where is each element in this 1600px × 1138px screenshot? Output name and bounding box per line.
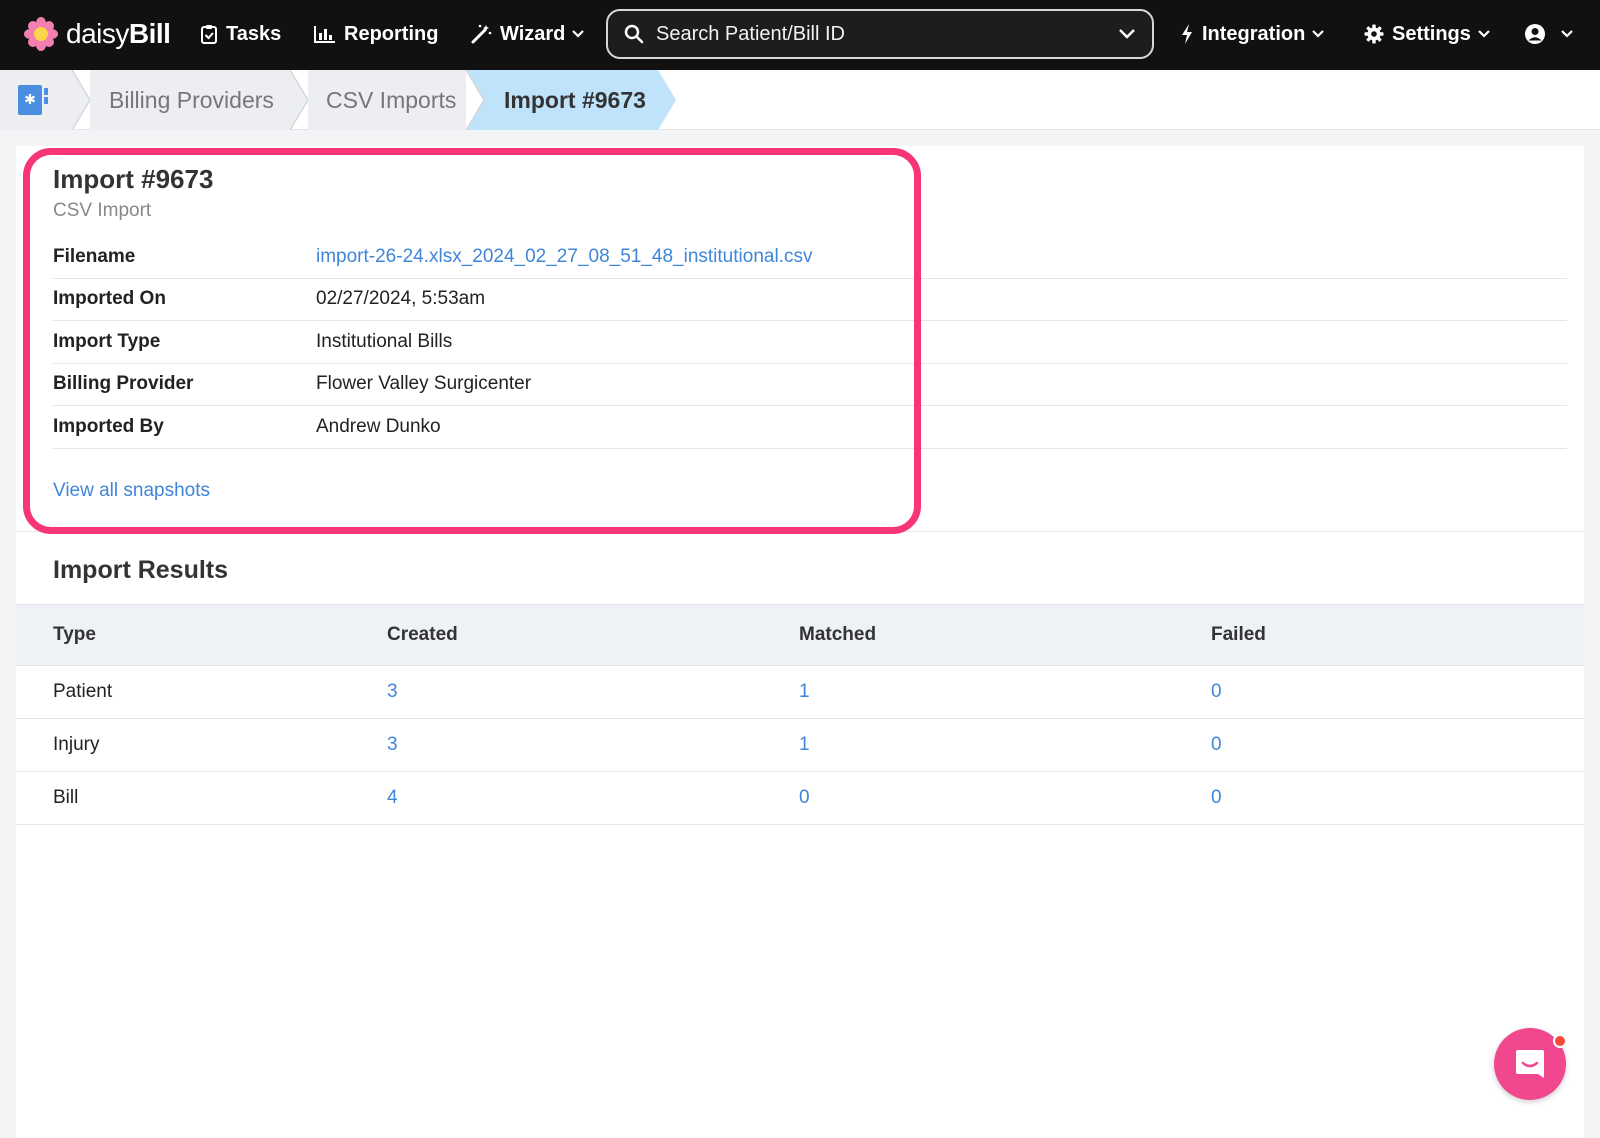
chat-bubble-icon — [1516, 1050, 1544, 1078]
breadcrumb-label: Billing Providers — [109, 86, 274, 113]
info-label: Imported By — [53, 415, 164, 437]
info-value: Institutional Bills — [316, 330, 453, 352]
nav-tasks[interactable]: Tasks — [200, 18, 281, 50]
import-detail-panel: Import #9673 CSV Import Filename import-… — [16, 146, 1584, 1138]
nav-tasks-label: Tasks — [226, 22, 282, 45]
view-all-snapshots-link[interactable]: View all snapshots — [53, 480, 210, 502]
row-type: Injury — [53, 734, 100, 755]
failed-count-link[interactable]: 0 — [1211, 681, 1222, 702]
chevron-down-icon — [572, 30, 585, 38]
chevron-down-icon — [1561, 30, 1573, 38]
info-row-imported-by: Imported By Andrew Dunko — [53, 406, 1567, 449]
lightning-bolt-icon — [1182, 24, 1192, 44]
logo-text-bold: Bill — [128, 18, 171, 49]
import-info-table: Filename import-26-24.xlsx_2024_02_27_08… — [53, 236, 1567, 449]
info-label: Imported On — [53, 288, 166, 310]
logo-text: daisyBill — [66, 18, 171, 50]
nav-integration[interactable]: Integration — [1180, 18, 1325, 50]
search-box[interactable] — [606, 9, 1154, 59]
info-value: Flower Valley Surgicenter — [316, 373, 532, 395]
address-book-icon — [18, 85, 48, 115]
nav-settings-label: Settings — [1392, 22, 1471, 45]
breadcrumb-billing-providers[interactable]: Billing Providers — [90, 70, 290, 130]
search-icon — [624, 24, 644, 44]
breadcrumb-separator — [72, 70, 91, 130]
breadcrumb-home[interactable] — [0, 70, 74, 130]
daisybill-logo[interactable]: daisyBill — [24, 16, 171, 52]
chevron-down-icon — [1478, 30, 1490, 38]
failed-count-link[interactable]: 0 — [1211, 734, 1222, 755]
chevron-down-icon — [1312, 30, 1325, 38]
column-header-matched: Matched — [799, 624, 877, 645]
nav-reporting-label: Reporting — [344, 22, 439, 45]
import-results-title: Import Results — [53, 556, 229, 584]
nav-reporting[interactable]: Reporting — [314, 18, 438, 50]
clipboard-check-icon — [201, 25, 217, 44]
magic-wand-icon — [471, 24, 492, 44]
matched-count-link[interactable]: 0 — [799, 787, 810, 808]
nav-wizard[interactable]: Wizard — [470, 18, 585, 50]
info-row-import-type: Import Type Institutional Bills — [53, 321, 1567, 364]
import-summary-section: Import #9673 CSV Import Filename import-… — [16, 146, 1584, 532]
created-count-link[interactable]: 4 — [387, 787, 398, 808]
info-row-imported-on: Imported On 02/27/2024, 5:53am — [53, 279, 1567, 321]
table-row: Injury 3 1 0 — [16, 719, 1584, 772]
info-row-billing-provider: Billing Provider Flower Valley Surgicent… — [53, 364, 1567, 406]
import-results-table: Type Created Matched Failed Patient 3 1 … — [16, 604, 1584, 825]
table-header: Type Created Matched Failed — [16, 604, 1584, 666]
info-row-filename: Filename import-26-24.xlsx_2024_02_27_08… — [53, 236, 1567, 279]
nav-wizard-label: Wizard — [500, 22, 566, 45]
notification-dot — [1553, 1034, 1567, 1048]
user-circle-icon — [1525, 24, 1545, 44]
matched-count-link[interactable]: 1 — [799, 681, 810, 702]
breadcrumb-current-import: Import #9673 — [488, 70, 658, 130]
info-value: 02/27/2024, 5:53am — [316, 288, 486, 310]
user-menu[interactable] — [1524, 18, 1574, 50]
filename-link[interactable]: import-26-24.xlsx_2024_02_27_08_51_48_in… — [316, 246, 812, 268]
search-input[interactable] — [656, 22, 1118, 46]
breadcrumb-csv-imports[interactable]: CSV Imports — [308, 70, 466, 130]
info-value: Andrew Dunko — [316, 415, 441, 437]
breadcrumb-separator — [466, 70, 488, 130]
breadcrumb: Billing Providers CSV Imports Import #96… — [0, 70, 1600, 130]
column-header-type: Type — [53, 624, 96, 645]
top-navbar: daisyBill Tasks Reporting Wizard Integra… — [0, 0, 1600, 70]
breadcrumb-label: CSV Imports — [326, 86, 457, 113]
table-row: Bill 4 0 0 — [16, 772, 1584, 825]
column-header-created: Created — [387, 624, 458, 645]
logo-text-light: daisy — [66, 18, 129, 49]
bar-chart-icon — [314, 26, 335, 43]
failed-count-link[interactable]: 0 — [1211, 787, 1222, 808]
info-label: Billing Provider — [53, 373, 194, 395]
breadcrumb-separator — [290, 70, 309, 130]
page-title: Import #9673 — [53, 164, 214, 194]
nav-integration-label: Integration — [1202, 22, 1306, 45]
info-label: Import Type — [53, 330, 161, 352]
breadcrumb-label: Import #9673 — [504, 86, 646, 113]
column-header-failed: Failed — [1211, 624, 1266, 645]
created-count-link[interactable]: 3 — [387, 734, 398, 755]
chevron-down-icon[interactable] — [1118, 28, 1136, 40]
page-subtitle: CSV Import — [53, 200, 152, 221]
row-type: Patient — [53, 681, 113, 702]
info-label: Filename — [53, 245, 136, 267]
created-count-link[interactable]: 3 — [387, 681, 398, 702]
gear-icon — [1364, 24, 1384, 44]
daisy-flower-icon — [24, 17, 58, 51]
breadcrumb-arrow-tip — [658, 70, 676, 130]
nav-settings[interactable]: Settings — [1364, 18, 1491, 50]
matched-count-link[interactable]: 1 — [799, 734, 810, 755]
row-type: Bill — [53, 787, 79, 808]
table-row: Patient 3 1 0 — [16, 666, 1584, 719]
